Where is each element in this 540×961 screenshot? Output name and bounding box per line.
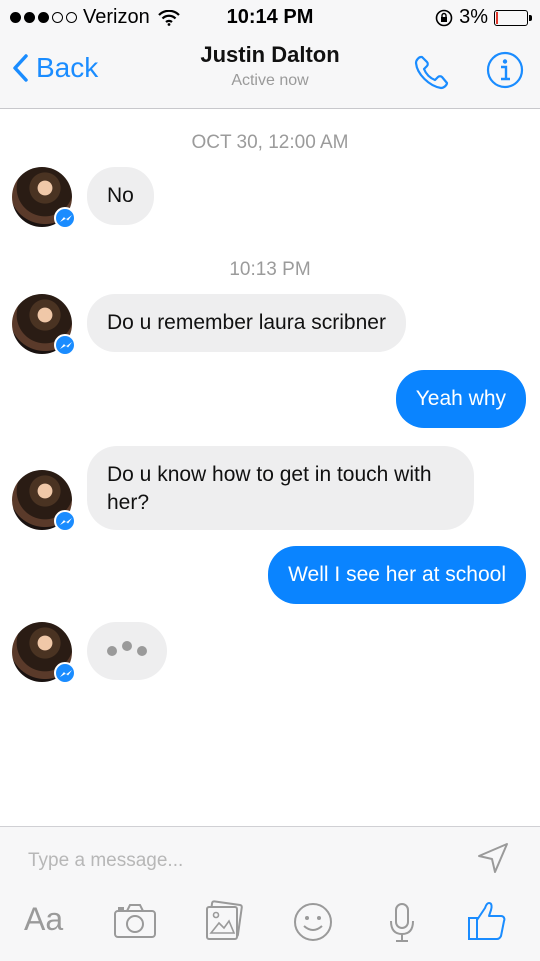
info-icon[interactable]	[485, 50, 525, 90]
battery-fill	[496, 11, 498, 24]
phone-icon[interactable]	[412, 52, 452, 92]
gallery-icon[interactable]	[202, 899, 246, 943]
microphone-icon[interactable]	[386, 901, 418, 945]
messenger-badge-icon	[54, 662, 76, 684]
active-status: Active now	[231, 72, 309, 89]
messenger-badge-icon	[54, 510, 76, 532]
emoji-icon[interactable]	[292, 901, 334, 943]
message-bubble-incoming[interactable]: Do u remember laura scribner	[87, 294, 406, 352]
avatar[interactable]	[12, 470, 76, 532]
messenger-badge-icon	[54, 207, 76, 229]
message-input[interactable]	[26, 845, 450, 877]
message-bubble-incoming[interactable]: Do u know how to get in touch with her?	[87, 446, 474, 530]
status-bar: Verizon 10:14 PM 3%	[0, 0, 540, 36]
typing-indicator	[87, 622, 167, 680]
message-bubble-outgoing[interactable]: Well I see her at school	[268, 546, 526, 604]
send-icon[interactable]	[476, 841, 510, 875]
camera-icon[interactable]	[112, 902, 158, 940]
timestamp: OCT 30, 12:00 AM	[191, 132, 349, 153]
thumbs-up-icon[interactable]	[466, 899, 508, 943]
orientation-lock-icon	[435, 9, 453, 26]
battery-icon	[494, 9, 532, 26]
text-format-button[interactable]: Aa	[24, 901, 63, 938]
composer: Aa	[0, 826, 540, 961]
message-bubble-incoming[interactable]: No	[87, 167, 154, 225]
battery-percent: 3%	[459, 6, 488, 28]
message-bubble-outgoing[interactable]: Yeah why	[395, 370, 526, 428]
status-right: 3%	[435, 6, 532, 29]
timestamp: 10:13 PM	[229, 259, 311, 280]
navigation-bar: Back Justin Dalton Active now	[0, 36, 540, 109]
avatar[interactable]	[12, 294, 76, 356]
conversation-title[interactable]: Justin Dalton	[0, 42, 540, 68]
messenger-badge-icon	[54, 334, 76, 356]
avatar[interactable]	[12, 622, 76, 684]
avatar[interactable]	[12, 167, 76, 229]
